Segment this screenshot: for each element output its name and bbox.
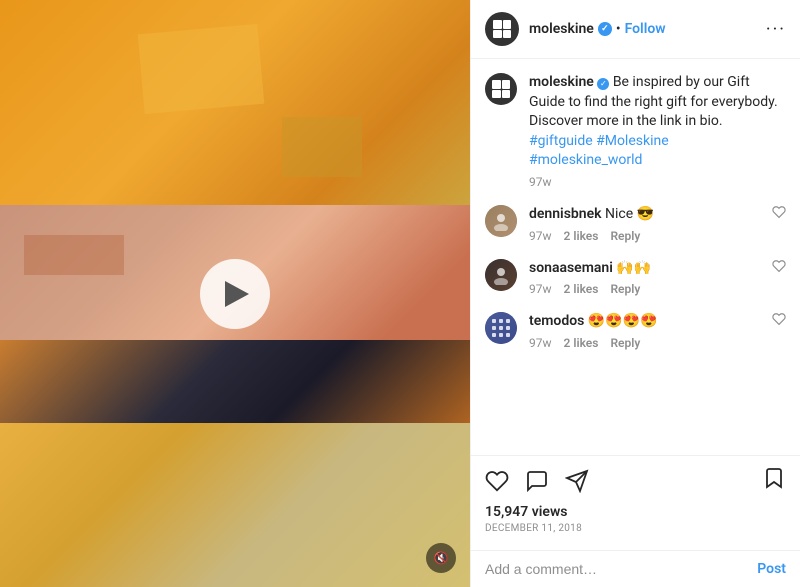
header-avatar[interactable]: [485, 12, 519, 46]
comment-reply-2[interactable]: Reply: [610, 282, 640, 296]
more-options-button[interactable]: ···: [756, 19, 786, 40]
post-comment-button[interactable]: Post: [757, 561, 786, 577]
mute-icon: 🔇: [434, 551, 449, 565]
comment-item-1: dennisbnek Nice 😎 97w 2 likes Reply: [485, 205, 786, 243]
post-header: moleskine ✓ • Follow ···: [471, 0, 800, 59]
post-date: DECEMBER 11, 2018: [485, 523, 786, 534]
play-triangle-icon: [225, 281, 249, 307]
caption-hashtags[interactable]: #giftguide #Moleskine#moleskine_world: [529, 133, 669, 169]
comment-reply-3[interactable]: Reply: [610, 336, 640, 350]
video-accent-1: [138, 24, 265, 114]
comment-item-2: sonaasemani 🙌🙌 97w 2 likes Reply: [485, 259, 786, 297]
header-dot: •: [616, 21, 621, 37]
comment-heart-2[interactable]: [772, 259, 786, 277]
verified-badge-icon: ✓: [598, 22, 612, 36]
grid-cell-4: [503, 30, 512, 39]
follow-button[interactable]: Follow: [625, 21, 666, 37]
caption-item: moleskine ✓ Be inspired by our Gift Guid…: [485, 73, 786, 189]
comment-heart-1[interactable]: [772, 205, 786, 223]
header-username-row: moleskine ✓ • Follow: [529, 21, 756, 37]
header-username-text[interactable]: moleskine: [529, 21, 594, 37]
comment-button[interactable]: [525, 469, 549, 493]
grid-cell-3: [493, 30, 502, 39]
caption-text: moleskine ✓ Be inspired by our Gift Guid…: [529, 73, 786, 171]
actions-bar: 15,947 views DECEMBER 11, 2018: [471, 455, 800, 550]
moleskine-logo-icon: [493, 20, 511, 38]
comment-input[interactable]: [485, 561, 757, 577]
comment-time-3: 97w: [529, 336, 552, 350]
sona-avatar-img: [485, 259, 517, 291]
temodos-avatar-icon: [485, 312, 517, 344]
comment-time-2: 97w: [529, 282, 552, 296]
video-bg-bottom: [0, 423, 470, 587]
comment-avatar-temodos[interactable]: [485, 312, 517, 344]
video-accent-3: [24, 235, 124, 275]
comment-likes-2: 2 likes: [564, 282, 599, 296]
mute-button[interactable]: 🔇: [426, 543, 456, 573]
right-panel: moleskine ✓ • Follow ··· moleskine: [470, 0, 800, 587]
comment-text-2: sonaasemani 🙌🙌: [529, 259, 772, 279]
comment-content-3: temodos 😍😍😍😍 97w 2 likes Reply: [529, 312, 772, 350]
views-count: 15,947 views: [485, 504, 786, 520]
like-button[interactable]: [485, 469, 509, 493]
comment-item-3: temodos 😍😍😍😍 97w 2 likes Reply: [485, 312, 786, 350]
share-icon: [565, 469, 589, 493]
comment-username-2[interactable]: sonaasemani: [529, 260, 613, 276]
caption-verified-icon: ✓: [597, 78, 609, 90]
comment-avatar-dennis[interactable]: [485, 205, 517, 237]
comment-meta-3: 97w 2 likes Reply: [529, 336, 772, 350]
comment-text-3: temodos 😍😍😍😍: [529, 312, 772, 332]
add-comment-bar: Post: [471, 550, 800, 587]
comment-reply-1[interactable]: Reply: [610, 229, 640, 243]
comment-meta-1: 97w 2 likes Reply: [529, 229, 772, 243]
caption-moleskine-logo-icon: [492, 80, 510, 98]
share-button[interactable]: [565, 469, 589, 493]
comment-text-1: dennisbnek Nice 😎: [529, 205, 772, 225]
comment-content-1: dennisbnek Nice 😎 97w 2 likes Reply: [529, 205, 772, 243]
comment-likes-3: 2 likes: [564, 336, 599, 350]
comment-body-3: 😍😍😍😍: [588, 313, 658, 329]
header-info: moleskine ✓ • Follow: [529, 21, 756, 37]
comment-meta-2: 97w 2 likes Reply: [529, 282, 772, 296]
action-icons-row: [485, 466, 786, 496]
comment-icon: [525, 469, 549, 493]
grid-cell-2: [503, 20, 512, 29]
comment-likes-1: 2 likes: [564, 229, 599, 243]
comment-avatar-sona[interactable]: [485, 259, 517, 291]
caption-username[interactable]: moleskine: [529, 74, 594, 90]
video-accent-2: [282, 117, 362, 177]
video-panel: 🔇: [0, 0, 470, 587]
comment-username-3[interactable]: temodos: [529, 313, 584, 329]
caption-avatar[interactable]: [485, 73, 517, 105]
bookmark-button[interactable]: [762, 466, 786, 496]
caption-time: 97w: [529, 175, 786, 189]
caption-content: moleskine ✓ Be inspired by our Gift Guid…: [529, 73, 786, 189]
comment-content-2: sonaasemani 🙌🙌 97w 2 likes Reply: [529, 259, 772, 297]
comments-area: moleskine ✓ Be inspired by our Gift Guid…: [471, 59, 800, 455]
dennis-avatar-img: [485, 205, 517, 237]
comment-username-1[interactable]: dennisbnek: [529, 206, 602, 222]
comment-time-1: 97w: [529, 229, 552, 243]
play-button[interactable]: [200, 259, 270, 329]
heart-icon: [485, 469, 509, 493]
bookmark-icon: [762, 466, 786, 490]
grid-cell-1: [493, 20, 502, 29]
comment-body-2: 🙌🙌: [616, 260, 651, 276]
comment-body-1: Nice 😎: [605, 206, 654, 222]
comment-heart-3[interactable]: [772, 312, 786, 330]
